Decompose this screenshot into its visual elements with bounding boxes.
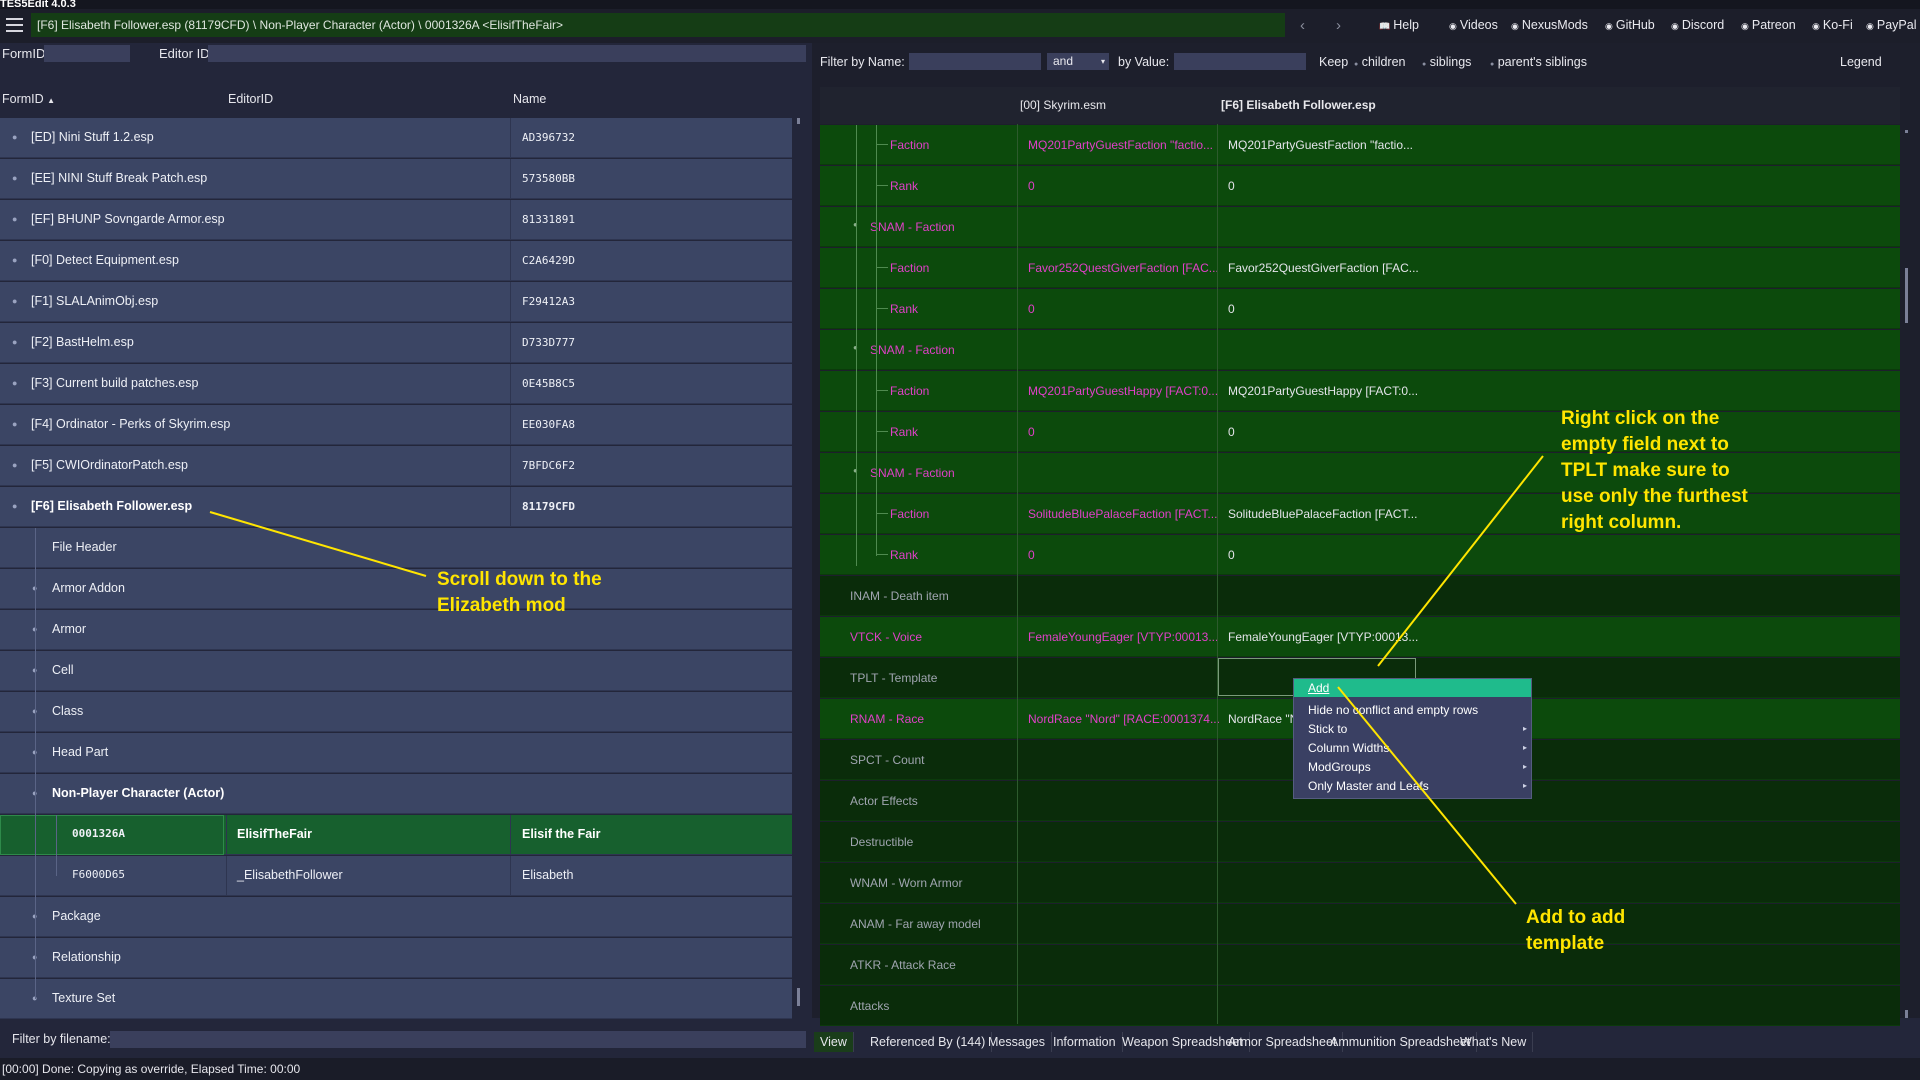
annotation-add: Add to add template <box>1526 907 1626 954</box>
annotation-arrows <box>209 455 1544 905</box>
arrow-to-add <box>1337 686 1517 905</box>
status-bar: [00:00] Done: Copying as override, Elaps… <box>0 1058 1920 1080</box>
arrow-to-elisabeth <box>209 511 427 577</box>
annotation-right-click: Right click on the empty field next to TPL… <box>1561 408 1748 533</box>
annotation-scroll: Scroll down to the Elizabeth mod <box>437 569 602 616</box>
arrow-to-tplt <box>1377 455 1544 667</box>
